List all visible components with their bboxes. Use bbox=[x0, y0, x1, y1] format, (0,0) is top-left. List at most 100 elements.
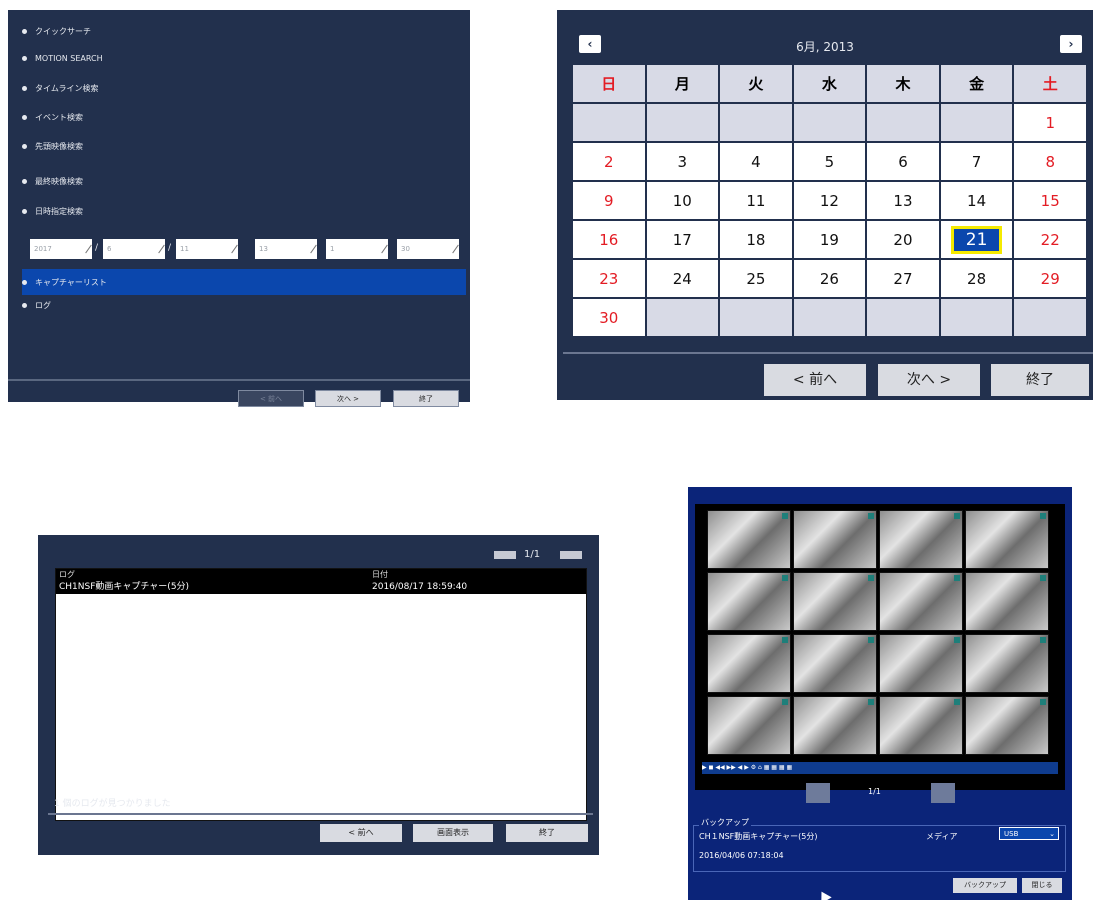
menu-item-quick-search[interactable]: クイックサーチ bbox=[22, 26, 91, 37]
menu-item-log[interactable]: ログ bbox=[22, 300, 51, 311]
weekday-header: 月 bbox=[644, 63, 721, 104]
field-value: 6 bbox=[107, 245, 112, 253]
page-next-button[interactable] bbox=[560, 551, 582, 559]
prev-button[interactable]: < 前へ bbox=[764, 364, 866, 396]
day-cell[interactable]: 14 bbox=[938, 180, 1015, 221]
pencil-icon bbox=[381, 244, 388, 254]
menu-label: イベント検索 bbox=[35, 113, 83, 122]
column-header-date[interactable]: 日付 bbox=[369, 569, 586, 581]
camera-tile[interactable] bbox=[793, 634, 877, 693]
camera-tile[interactable] bbox=[793, 510, 877, 569]
minute-field[interactable]: 1 bbox=[326, 239, 388, 259]
day-cell[interactable]: 21 bbox=[938, 219, 1015, 260]
menu-item-date-search[interactable]: 日時指定検索 bbox=[22, 206, 83, 217]
day-cell[interactable]: 24 bbox=[644, 258, 721, 299]
menu-item-first-video[interactable]: 先頭映像検索 bbox=[22, 141, 83, 152]
menu-item-last-video[interactable]: 最終映像検索 bbox=[22, 176, 83, 187]
menu-label: ログ bbox=[35, 301, 51, 310]
day-cell[interactable]: 2 bbox=[571, 141, 647, 182]
day-cell[interactable]: 12 bbox=[791, 180, 868, 221]
day-cell[interactable]: 18 bbox=[718, 219, 794, 260]
day-cell[interactable]: 30 bbox=[571, 297, 647, 338]
year-field[interactable]: 2017 bbox=[30, 239, 92, 259]
day-cell[interactable]: 19 bbox=[791, 219, 868, 260]
channel-icon bbox=[954, 637, 960, 643]
day-cell[interactable]: 27 bbox=[865, 258, 941, 299]
backup-item: CH１NSF動画キャプチャー(5分) bbox=[699, 832, 818, 841]
camera-tile[interactable] bbox=[707, 696, 791, 755]
camera-tile[interactable] bbox=[965, 696, 1049, 755]
month-title: 6月, 2013 bbox=[796, 40, 854, 54]
empty-day-cell bbox=[938, 102, 1015, 143]
day-cell[interactable]: 9 bbox=[571, 180, 647, 221]
day-cell[interactable]: 25 bbox=[718, 258, 794, 299]
camera-tile[interactable] bbox=[879, 696, 963, 755]
prev-button[interactable]: < 前へ bbox=[238, 390, 304, 407]
end-button[interactable]: 終了 bbox=[991, 364, 1089, 396]
camera-tile[interactable] bbox=[879, 510, 963, 569]
day-cell[interactable]: 3 bbox=[644, 141, 721, 182]
pencil-icon bbox=[85, 244, 92, 254]
media-value: USB bbox=[1004, 830, 1019, 838]
day-cell[interactable]: 16 bbox=[571, 219, 647, 260]
row-log: CH1NSF動画キャプチャー(5分) bbox=[59, 582, 190, 592]
day-cell[interactable]: 13 bbox=[865, 180, 941, 221]
day-cell[interactable]: 6 bbox=[865, 141, 941, 182]
selected-day: 21 bbox=[950, 225, 1003, 254]
weekday-header: 水 bbox=[791, 63, 868, 104]
camera-tile[interactable] bbox=[965, 572, 1049, 631]
day-cell[interactable]: 11 bbox=[718, 180, 794, 221]
table-row[interactable]: CH1NSF動画キャプチャー(5分) 2016/08/17 18:59:40 bbox=[56, 581, 586, 594]
day-cell[interactable]: 7 bbox=[938, 141, 1015, 182]
next-month-button[interactable]: › bbox=[1060, 35, 1082, 53]
hour-field[interactable]: 13 bbox=[255, 239, 317, 259]
end-button[interactable]: 終了 bbox=[506, 824, 588, 842]
day-field[interactable]: 11 bbox=[176, 239, 238, 259]
camera-tile[interactable] bbox=[965, 510, 1049, 569]
camera-tile[interactable] bbox=[707, 634, 791, 693]
day-cell[interactable]: 20 bbox=[865, 219, 941, 260]
day-cell[interactable]: 5 bbox=[791, 141, 868, 182]
view-button[interactable]: 画面表示 bbox=[413, 824, 493, 842]
end-button[interactable]: 終了 bbox=[393, 390, 459, 407]
next-button[interactable]: 次へ > bbox=[315, 390, 381, 407]
page-prev-button[interactable] bbox=[806, 783, 830, 803]
column-header-log[interactable]: ログ bbox=[56, 569, 369, 581]
close-button[interactable]: 閉じる bbox=[1022, 878, 1062, 893]
day-cell[interactable]: 8 bbox=[1012, 141, 1088, 182]
next-button[interactable]: 次へ > bbox=[878, 364, 980, 396]
camera-tile[interactable] bbox=[793, 696, 877, 755]
menu-item-timeline-search[interactable]: タイムライン検索 bbox=[22, 83, 98, 94]
camera-tile[interactable] bbox=[965, 634, 1049, 693]
day-cell[interactable]: 17 bbox=[644, 219, 721, 260]
day-cell[interactable]: 23 bbox=[571, 258, 647, 299]
weekday-header: 日 bbox=[571, 63, 647, 104]
day-cell[interactable]: 26 bbox=[791, 258, 868, 299]
camera-tile[interactable] bbox=[879, 572, 963, 631]
camera-tile[interactable] bbox=[793, 572, 877, 631]
day-cell[interactable]: 15 bbox=[1012, 180, 1088, 221]
channel-icon bbox=[954, 699, 960, 705]
camera-tile[interactable] bbox=[707, 572, 791, 631]
day-cell[interactable]: 1 bbox=[1012, 102, 1088, 143]
row-date: 2016/08/17 18:59:40 bbox=[372, 582, 468, 592]
media-select[interactable]: USB ⌄ bbox=[999, 827, 1059, 840]
page-prev-button[interactable] bbox=[494, 551, 516, 559]
backup-button[interactable]: バックアップ bbox=[953, 878, 1017, 893]
second-field[interactable]: 30 bbox=[397, 239, 459, 259]
camera-tile[interactable] bbox=[707, 510, 791, 569]
page-indicator: 1/1 bbox=[524, 549, 541, 560]
empty-day-cell bbox=[1012, 297, 1088, 338]
camera-tile[interactable] bbox=[879, 634, 963, 693]
day-cell[interactable]: 22 bbox=[1012, 219, 1088, 260]
day-cell[interactable]: 10 bbox=[644, 180, 721, 221]
day-cell[interactable]: 28 bbox=[938, 258, 1015, 299]
month-field[interactable]: 6 bbox=[103, 239, 165, 259]
prev-button[interactable]: < 前へ bbox=[320, 824, 402, 842]
menu-item-capture-list[interactable]: キャプチャーリスト bbox=[22, 269, 107, 295]
menu-item-event-search[interactable]: イベント検索 bbox=[22, 112, 83, 123]
menu-item-motion-search[interactable]: MOTION SEARCH bbox=[22, 54, 103, 63]
day-cell[interactable]: 29 bbox=[1012, 258, 1088, 299]
page-next-button[interactable] bbox=[931, 783, 955, 803]
day-cell[interactable]: 4 bbox=[718, 141, 794, 182]
